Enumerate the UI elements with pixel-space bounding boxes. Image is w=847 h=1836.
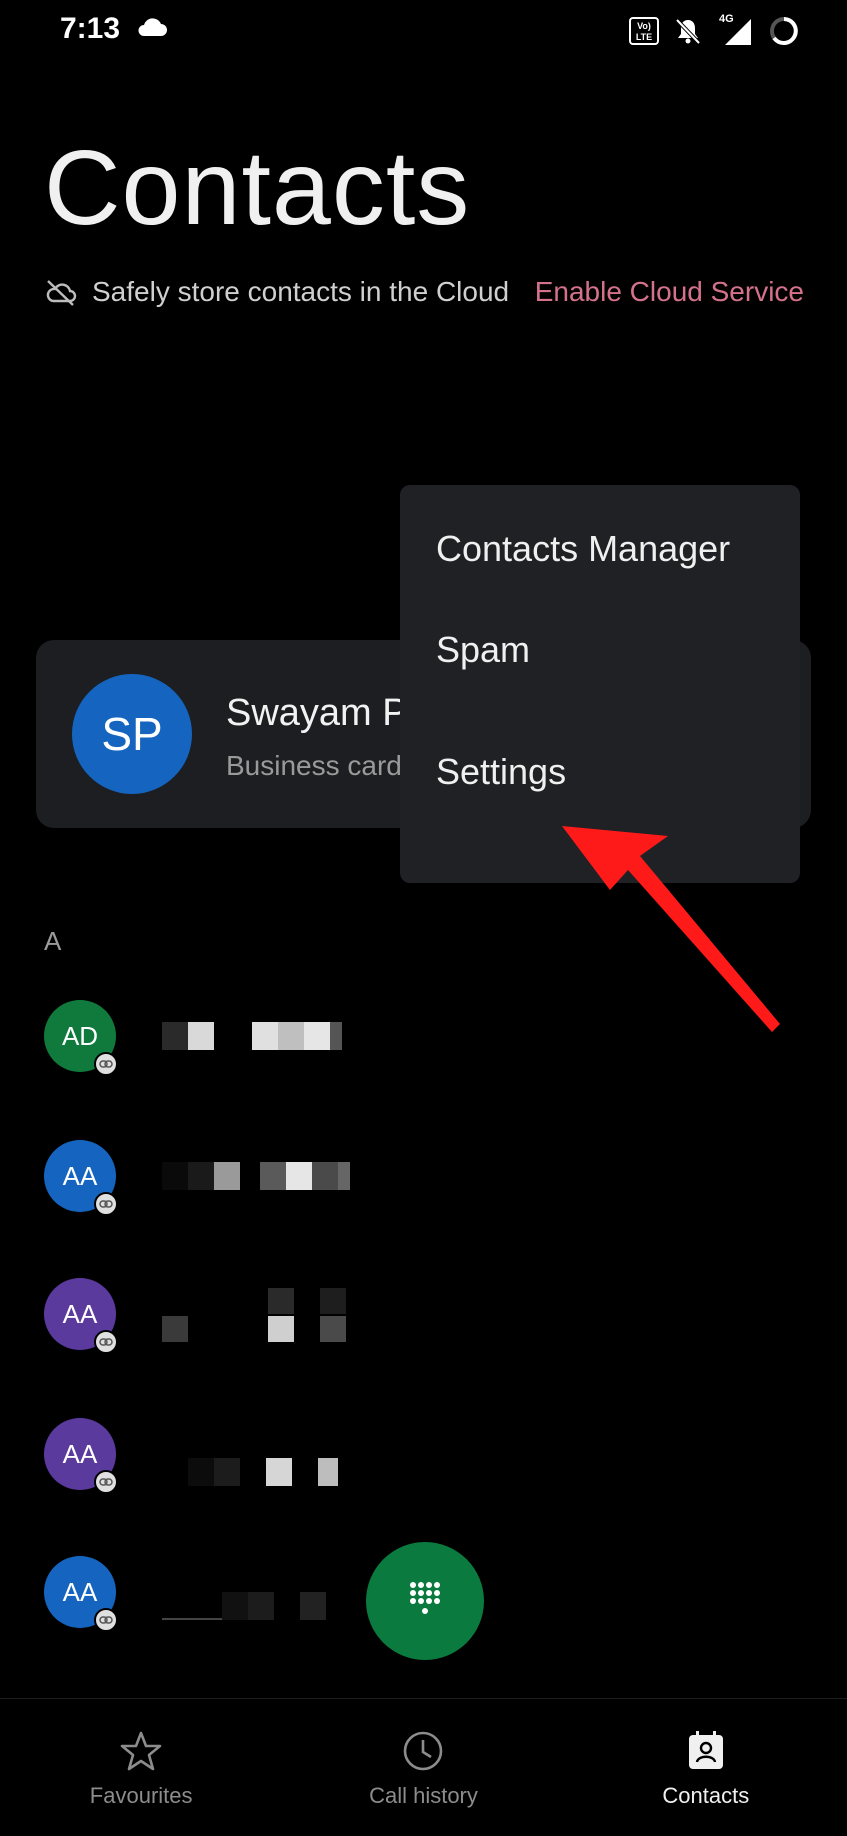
status-icons: Vo) LTE 4G xyxy=(629,13,801,48)
contact-name-redacted xyxy=(162,1022,382,1050)
menu-item-spam[interactable]: Spam xyxy=(400,589,800,711)
profile-name: Swayam P xyxy=(226,692,408,734)
nav-label: Favourites xyxy=(89,1783,193,1808)
dialpad-button[interactable] xyxy=(366,1542,484,1660)
contact-name-redacted xyxy=(162,1458,382,1486)
contact-name-redacted xyxy=(162,1288,362,1344)
link-icon xyxy=(94,1330,118,1354)
link-icon xyxy=(94,1608,118,1632)
network-type: 4G xyxy=(719,13,734,25)
contact-card-icon xyxy=(688,1731,723,1769)
cloud-notice: Safely store contacts in the Cloud Enabl… xyxy=(44,272,804,312)
bell-off-icon xyxy=(675,18,701,45)
signal-icon: 4G xyxy=(717,13,753,47)
star-icon xyxy=(120,1731,162,1771)
status-time: 7:13 xyxy=(60,12,121,45)
contact-row[interactable]: AA xyxy=(44,1418,804,1518)
battery-ring-icon xyxy=(770,17,798,45)
link-icon xyxy=(94,1052,118,1076)
page-title: Contacts xyxy=(44,129,471,247)
bottom-navigation: Favourites Call history Contacts xyxy=(0,1698,847,1836)
nav-label: Contacts xyxy=(662,1783,750,1808)
dialpad-icon xyxy=(410,1582,440,1614)
avatar: SP xyxy=(72,674,192,794)
enable-cloud-link[interactable]: Enable Cloud Service xyxy=(535,276,804,308)
link-icon xyxy=(94,1470,118,1494)
contact-row[interactable]: AA xyxy=(44,1278,804,1378)
annotation-arrow-icon xyxy=(562,826,780,1032)
profile-subtitle: Business card xyxy=(226,750,402,781)
nav-favourites[interactable]: Favourites xyxy=(0,1699,282,1836)
volte-top-text: Vo) xyxy=(637,21,651,31)
contact-name-redacted xyxy=(162,1162,382,1190)
contact-name-redacted xyxy=(162,1592,382,1620)
cloud-icon xyxy=(138,18,167,36)
nav-label: Call history xyxy=(369,1783,478,1808)
volte-icon: Vo) LTE xyxy=(629,17,659,45)
nav-call-history[interactable]: Call history xyxy=(282,1699,564,1836)
cloud-notice-text: Safely store contacts in the Cloud xyxy=(92,276,510,307)
section-letter: A xyxy=(44,926,62,956)
contact-row[interactable]: AA xyxy=(44,1140,804,1240)
menu-item-settings[interactable]: Settings xyxy=(400,711,800,833)
link-icon xyxy=(94,1192,118,1216)
menu-item-contacts-manager[interactable]: Contacts Manager xyxy=(400,509,800,589)
status-bar: 7:13 Vo) LTE 4G xyxy=(0,0,847,62)
clock-icon xyxy=(404,1731,443,1771)
volte-bottom-text: LTE xyxy=(635,32,653,42)
cloud-off-icon xyxy=(46,280,77,306)
nav-contacts[interactable]: Contacts xyxy=(565,1699,847,1836)
